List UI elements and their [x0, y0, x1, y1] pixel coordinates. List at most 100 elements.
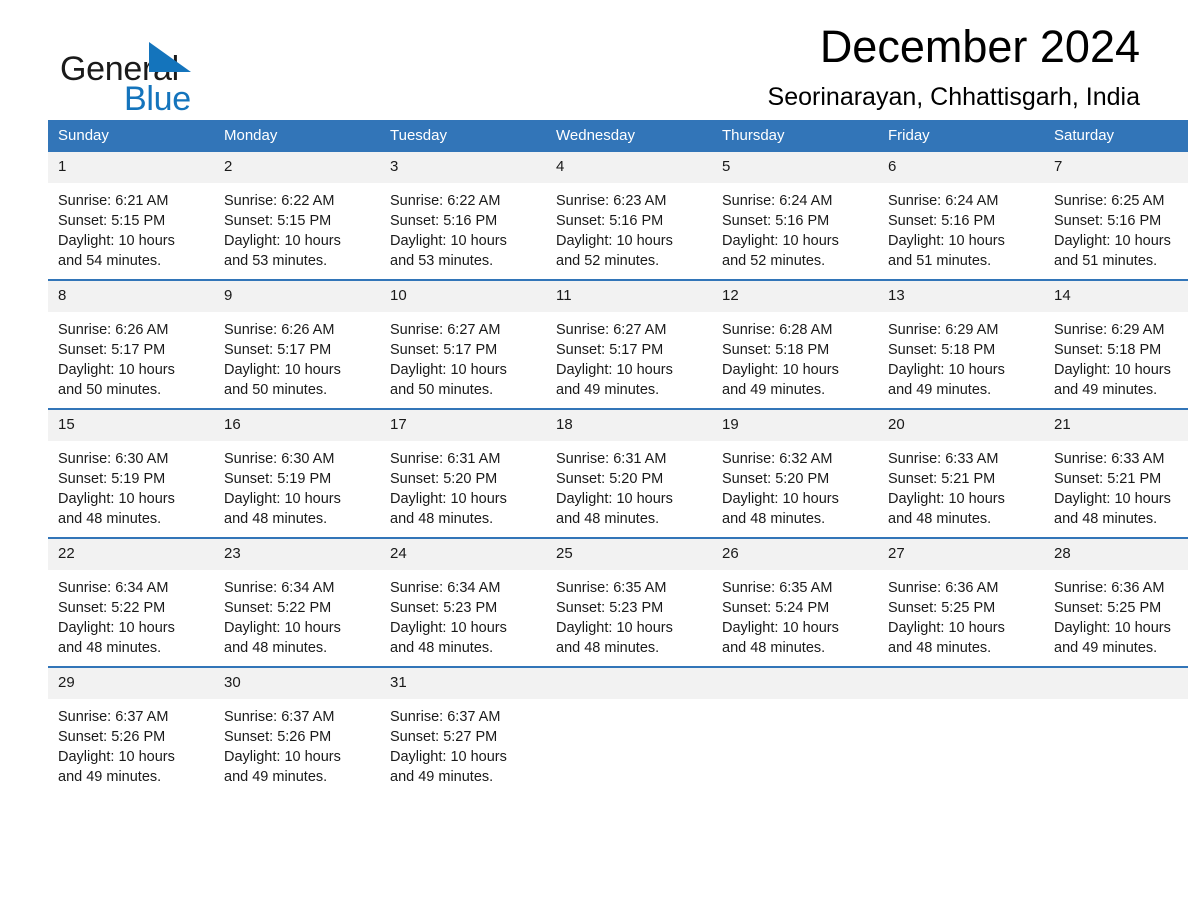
sunrise-text: Sunrise: 6:29 AM — [888, 322, 999, 338]
calendar-day-cell[interactable]: 19 Sunrise: 6:32 AM Sunset: 5:20 PM Dayl… — [712, 408, 878, 538]
day-details: Sunrise: 6:37 AM Sunset: 5:26 PM Dayligh… — [48, 699, 214, 795]
day-number: 24 — [380, 539, 546, 570]
calendar-day-cell[interactable]: 15 Sunrise: 6:30 AM Sunset: 5:19 PM Dayl… — [48, 408, 214, 538]
day-number — [712, 668, 878, 699]
calendar-day-cell[interactable]: 10 Sunrise: 6:27 AM Sunset: 5:17 PM Dayl… — [380, 279, 546, 409]
sunrise-text: Sunrise: 6:31 AM — [390, 451, 501, 467]
calendar-week-row: 1 Sunrise: 6:21 AM Sunset: 5:15 PM Dayli… — [48, 152, 1188, 280]
sunrise-text: Sunrise: 6:36 AM — [888, 580, 999, 596]
daylight-text-line1: Daylight: 10 hours — [58, 233, 175, 249]
weekday-header-monday: Monday — [214, 120, 380, 152]
day-details: Sunrise: 6:35 AM Sunset: 5:23 PM Dayligh… — [546, 570, 712, 666]
daylight-text-line1: Daylight: 10 hours — [390, 620, 507, 636]
calendar-week-row: 29 Sunrise: 6:37 AM Sunset: 5:26 PM Dayl… — [48, 666, 1188, 795]
calendar-day-cell[interactable]: 27 Sunrise: 6:36 AM Sunset: 5:25 PM Dayl… — [878, 537, 1044, 667]
calendar-day-cell[interactable]: 26 Sunrise: 6:35 AM Sunset: 5:24 PM Dayl… — [712, 537, 878, 667]
daylight-text-line2: and 49 minutes. — [1054, 640, 1158, 656]
daylight-text-line1: Daylight: 10 hours — [224, 620, 341, 636]
calendar-day-cell-empty — [546, 666, 712, 795]
sunset-text: Sunset: 5:20 PM — [390, 471, 498, 487]
sunset-text: Sunset: 5:26 PM — [224, 729, 332, 745]
calendar-day-cell[interactable]: 14 Sunrise: 6:29 AM Sunset: 5:18 PM Dayl… — [1044, 279, 1188, 409]
calendar-day-cell[interactable]: 30 Sunrise: 6:37 AM Sunset: 5:26 PM Dayl… — [214, 666, 380, 795]
day-details: Sunrise: 6:27 AM Sunset: 5:17 PM Dayligh… — [546, 312, 712, 408]
daylight-text-line1: Daylight: 10 hours — [722, 233, 839, 249]
daylight-text-line2: and 48 minutes. — [888, 640, 992, 656]
calendar-day-cell[interactable]: 3 Sunrise: 6:22 AM Sunset: 5:16 PM Dayli… — [380, 152, 546, 280]
daylight-text-line1: Daylight: 10 hours — [390, 749, 507, 765]
day-number: 25 — [546, 539, 712, 570]
sunset-text: Sunset: 5:23 PM — [390, 600, 498, 616]
daylight-text-line1: Daylight: 10 hours — [224, 491, 341, 507]
calendar-week-row: 15 Sunrise: 6:30 AM Sunset: 5:19 PM Dayl… — [48, 408, 1188, 538]
daylight-text-line2: and 49 minutes. — [556, 382, 660, 398]
calendar-day-cell[interactable]: 20 Sunrise: 6:33 AM Sunset: 5:21 PM Dayl… — [878, 408, 1044, 538]
weekday-header-friday: Friday — [878, 120, 1044, 152]
sunrise-text: Sunrise: 6:23 AM — [556, 193, 667, 209]
day-number: 31 — [380, 668, 546, 699]
sunrise-text: Sunrise: 6:31 AM — [556, 451, 667, 467]
sunset-text: Sunset: 5:17 PM — [390, 342, 498, 358]
page-title: December 2024 — [819, 21, 1140, 72]
day-details: Sunrise: 6:23 AM Sunset: 5:16 PM Dayligh… — [546, 183, 712, 279]
sunset-text: Sunset: 5:19 PM — [224, 471, 332, 487]
calendar-day-cell[interactable]: 31 Sunrise: 6:37 AM Sunset: 5:27 PM Dayl… — [380, 666, 546, 795]
sunset-text: Sunset: 5:15 PM — [58, 213, 166, 229]
calendar-day-cell[interactable]: 13 Sunrise: 6:29 AM Sunset: 5:18 PM Dayl… — [878, 279, 1044, 409]
calendar-day-cell[interactable]: 6 Sunrise: 6:24 AM Sunset: 5:16 PM Dayli… — [878, 152, 1044, 280]
calendar-day-cell[interactable]: 16 Sunrise: 6:30 AM Sunset: 5:19 PM Dayl… — [214, 408, 380, 538]
daylight-text-line1: Daylight: 10 hours — [556, 362, 673, 378]
calendar-day-cell[interactable]: 4 Sunrise: 6:23 AM Sunset: 5:16 PM Dayli… — [546, 152, 712, 280]
calendar-day-cell[interactable]: 25 Sunrise: 6:35 AM Sunset: 5:23 PM Dayl… — [546, 537, 712, 667]
daylight-text-line2: and 48 minutes. — [224, 511, 328, 527]
daylight-text-line2: and 48 minutes. — [58, 640, 162, 656]
calendar-day-cell[interactable]: 29 Sunrise: 6:37 AM Sunset: 5:26 PM Dayl… — [48, 666, 214, 795]
daylight-text-line2: and 49 minutes. — [224, 769, 328, 785]
calendar-day-cell[interactable]: 5 Sunrise: 6:24 AM Sunset: 5:16 PM Dayli… — [712, 152, 878, 280]
weekday-header-tuesday: Tuesday — [380, 120, 546, 152]
calendar-day-cell[interactable]: 12 Sunrise: 6:28 AM Sunset: 5:18 PM Dayl… — [712, 279, 878, 409]
calendar-day-cell[interactable]: 9 Sunrise: 6:26 AM Sunset: 5:17 PM Dayli… — [214, 279, 380, 409]
general-blue-logo[interactable]: General Blue — [60, 16, 260, 116]
day-details: Sunrise: 6:21 AM Sunset: 5:15 PM Dayligh… — [48, 183, 214, 279]
sunrise-text: Sunrise: 6:35 AM — [722, 580, 833, 596]
calendar-day-cell[interactable]: 28 Sunrise: 6:36 AM Sunset: 5:25 PM Dayl… — [1044, 537, 1188, 667]
sunset-text: Sunset: 5:17 PM — [556, 342, 664, 358]
calendar-day-cell[interactable]: 7 Sunrise: 6:25 AM Sunset: 5:16 PM Dayli… — [1044, 152, 1188, 280]
daylight-text-line1: Daylight: 10 hours — [390, 491, 507, 507]
daylight-text-line1: Daylight: 10 hours — [556, 491, 673, 507]
daylight-text-line1: Daylight: 10 hours — [1054, 233, 1171, 249]
sunrise-text: Sunrise: 6:34 AM — [224, 580, 335, 596]
daylight-text-line1: Daylight: 10 hours — [1054, 491, 1171, 507]
sunset-text: Sunset: 5:25 PM — [1054, 600, 1162, 616]
calendar-header: Sunday Monday Tuesday Wednesday Thursday… — [48, 120, 1188, 152]
daylight-text-line1: Daylight: 10 hours — [1054, 362, 1171, 378]
sunset-text: Sunset: 5:27 PM — [390, 729, 498, 745]
calendar-day-cell[interactable]: 21 Sunrise: 6:33 AM Sunset: 5:21 PM Dayl… — [1044, 408, 1188, 538]
calendar-day-cell[interactable]: 23 Sunrise: 6:34 AM Sunset: 5:22 PM Dayl… — [214, 537, 380, 667]
daylight-text-line1: Daylight: 10 hours — [556, 620, 673, 636]
daylight-text-line1: Daylight: 10 hours — [58, 620, 175, 636]
calendar-day-cell[interactable]: 24 Sunrise: 6:34 AM Sunset: 5:23 PM Dayl… — [380, 537, 546, 667]
daylight-text-line1: Daylight: 10 hours — [390, 362, 507, 378]
calendar-day-cell-empty — [1044, 666, 1188, 795]
day-number: 29 — [48, 668, 214, 699]
calendar-day-cell[interactable]: 17 Sunrise: 6:31 AM Sunset: 5:20 PM Dayl… — [380, 408, 546, 538]
day-details: Sunrise: 6:31 AM Sunset: 5:20 PM Dayligh… — [546, 441, 712, 537]
daylight-text-line2: and 48 minutes. — [1054, 511, 1158, 527]
calendar-day-cell[interactable]: 22 Sunrise: 6:34 AM Sunset: 5:22 PM Dayl… — [48, 537, 214, 667]
calendar-day-cell[interactable]: 1 Sunrise: 6:21 AM Sunset: 5:15 PM Dayli… — [48, 152, 214, 280]
calendar-day-cell[interactable]: 18 Sunrise: 6:31 AM Sunset: 5:20 PM Dayl… — [546, 408, 712, 538]
calendar-day-cell[interactable]: 8 Sunrise: 6:26 AM Sunset: 5:17 PM Dayli… — [48, 279, 214, 409]
day-details: Sunrise: 6:28 AM Sunset: 5:18 PM Dayligh… — [712, 312, 878, 408]
calendar-day-cell[interactable]: 11 Sunrise: 6:27 AM Sunset: 5:17 PM Dayl… — [546, 279, 712, 409]
day-details: Sunrise: 6:34 AM Sunset: 5:22 PM Dayligh… — [48, 570, 214, 666]
day-details — [546, 699, 712, 795]
sunset-text: Sunset: 5:16 PM — [1054, 213, 1162, 229]
calendar-day-cell[interactable]: 2 Sunrise: 6:22 AM Sunset: 5:15 PM Dayli… — [214, 152, 380, 280]
daylight-text-line2: and 50 minutes. — [390, 382, 494, 398]
sunset-text: Sunset: 5:23 PM — [556, 600, 664, 616]
day-details: Sunrise: 6:29 AM Sunset: 5:18 PM Dayligh… — [878, 312, 1044, 408]
sunrise-text: Sunrise: 6:24 AM — [722, 193, 833, 209]
weekday-header-saturday: Saturday — [1044, 120, 1188, 152]
